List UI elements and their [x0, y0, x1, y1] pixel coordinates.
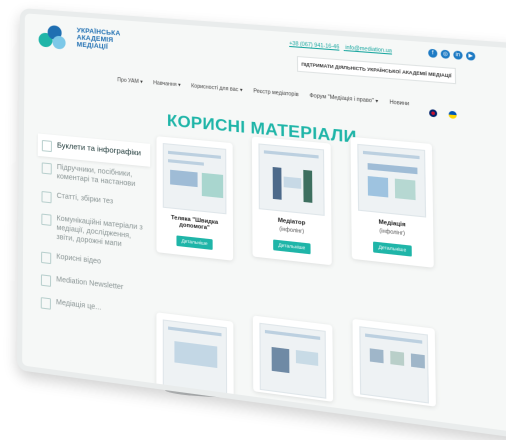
card-thumbnail: [258, 143, 325, 216]
nav-item-about[interactable]: Про УАМ ▾: [117, 77, 143, 85]
document-icon: [41, 213, 52, 226]
card-thumbnail: [357, 143, 427, 218]
material-card[interactable]: Медіація (інфолінг) Детальніше: [350, 136, 434, 268]
language-switcher: [429, 109, 457, 120]
email-link[interactable]: info@mediation.ua: [345, 45, 392, 55]
sidebar-item-label: Комунікаційні матеріали з медіації, досл…: [56, 215, 143, 249]
phone-link[interactable]: +38 (067) 941-16-46: [289, 41, 339, 51]
nav-item-registry[interactable]: Реєстр медіаторів: [253, 88, 298, 98]
sidebar-item-label: Підручники, посібники, коментарі та наст…: [56, 163, 136, 189]
nav-item-useful[interactable]: Корисності для вас ▾: [191, 83, 242, 93]
material-card[interactable]: [156, 312, 234, 398]
nav-item-forum[interactable]: Форум "Медіація і право" ▾: [309, 93, 378, 105]
card-thumbnail: [162, 143, 227, 215]
material-card[interactable]: Медіатор (інфолінг) Детальніше: [251, 136, 332, 266]
sidebar-item-label: Корисні відео: [56, 253, 102, 266]
facebook-icon[interactable]: f: [428, 48, 438, 58]
nav-item-education[interactable]: Навчання ▾: [153, 80, 181, 88]
document-icon: [41, 190, 52, 204]
chat-icon: [40, 297, 51, 310]
ua-flag-icon[interactable]: [448, 110, 457, 120]
newsletter-icon: [40, 274, 52, 287]
youtube-icon[interactable]: ▶: [465, 51, 476, 61]
details-button[interactable]: Детальніше: [176, 235, 213, 250]
materials-sidebar: Буклети та інфографіки Підручники, посіб…: [37, 133, 151, 327]
sidebar-item-label: Mediation Newsletter: [56, 276, 124, 292]
material-card[interactable]: [252, 315, 334, 402]
brand-name: УКРАЇНСЬКА АКАДЕМІЯ МЕДІАЦІЇ: [77, 27, 121, 52]
support-button[interactable]: ПІДТРИМАТИ ДІЯЛЬНІСТЬ УКРАЇНСЬКОЇ АКАДЕМ…: [296, 55, 457, 85]
card-thumbnail: [162, 319, 228, 395]
video-icon: [41, 251, 52, 265]
document-icon: [41, 139, 52, 153]
details-button[interactable]: Детальніше: [373, 241, 412, 257]
monitor: УКРАЇНСЬКА АКАДЕМІЯ МЕДІАЦІЇ +38 (067) 9…: [17, 8, 506, 440]
site-header: УКРАЇНСЬКА АКАДЕМІЯ МЕДІАЦІЇ +38 (067) 9…: [25, 13, 506, 101]
nav-item-news[interactable]: Новини: [389, 99, 409, 107]
card-title: Теляка "Швидка допомога": [170, 214, 219, 232]
linkedin-icon[interactable]: in: [453, 50, 463, 60]
website-screen: УКРАЇНСЬКА АКАДЕМІЯ МЕДІАЦІЇ +38 (067) 9…: [17, 8, 506, 440]
material-card[interactable]: [352, 318, 436, 407]
sidebar-item-label: Буклети та інфографіки: [56, 140, 141, 158]
material-card[interactable]: Теляка "Швидка допомога" Детальніше: [156, 136, 234, 261]
sidebar-item-label: Статті, збірки тез: [56, 192, 114, 206]
instagram-icon[interactable]: ◎: [440, 49, 451, 59]
card-thumbnail: [359, 326, 429, 404]
social-links: f ◎ in ▶: [428, 48, 476, 61]
contacts: +38 (067) 941-16-46 info@mediation.ua: [289, 41, 396, 55]
academy-logo-icon[interactable]: [38, 24, 73, 53]
card-thumbnail: [259, 322, 327, 399]
details-button[interactable]: Детальніше: [273, 239, 311, 255]
uk-flag-icon[interactable]: [429, 109, 438, 118]
sidebar-item-label: Медіація це...: [55, 298, 102, 312]
document-icon: [41, 162, 52, 175]
